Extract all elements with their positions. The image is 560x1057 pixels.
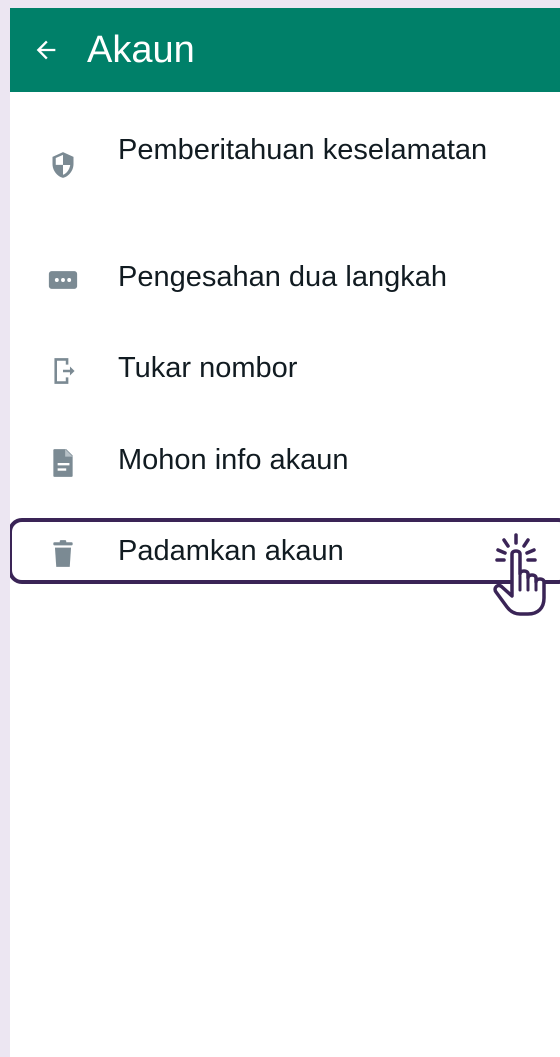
arrow-left-icon <box>36 40 56 60</box>
trash-icon <box>48 539 78 569</box>
back-button[interactable] <box>28 30 64 70</box>
screen: Akaun Pemberitahuan keselamatan Pengesah… <box>10 8 560 1057</box>
app-bar: Akaun <box>10 8 560 92</box>
hand-pointer-click-icon <box>484 532 556 618</box>
menu-item-label: Mohon info akaun <box>118 444 349 476</box>
menu-item-label: Tukar nombor <box>118 352 298 384</box>
dots-keypad-icon <box>48 265 78 295</box>
menu-item-two-step-verification[interactable]: Pengesahan dua langkah <box>10 253 560 309</box>
shield-icon <box>48 150 78 180</box>
menu-item-label: Pemberitahuan keselamatan <box>118 134 488 166</box>
menu-item-label: Pengesahan dua langkah <box>118 261 447 293</box>
document-icon <box>48 448 78 478</box>
menu-item-change-number[interactable]: Tukar nombor <box>10 344 560 400</box>
menu-item-security-notifications[interactable]: Pemberitahuan keselamatan <box>10 128 560 208</box>
menu-item-delete-account[interactable]: Padamkan akaun <box>10 527 560 583</box>
menu-item-request-account-info[interactable]: Mohon info akaun <box>10 436 560 492</box>
page-title: Akaun <box>87 29 195 71</box>
phone-transfer-icon <box>48 356 78 386</box>
menu-item-label: Padamkan akaun <box>118 535 344 567</box>
